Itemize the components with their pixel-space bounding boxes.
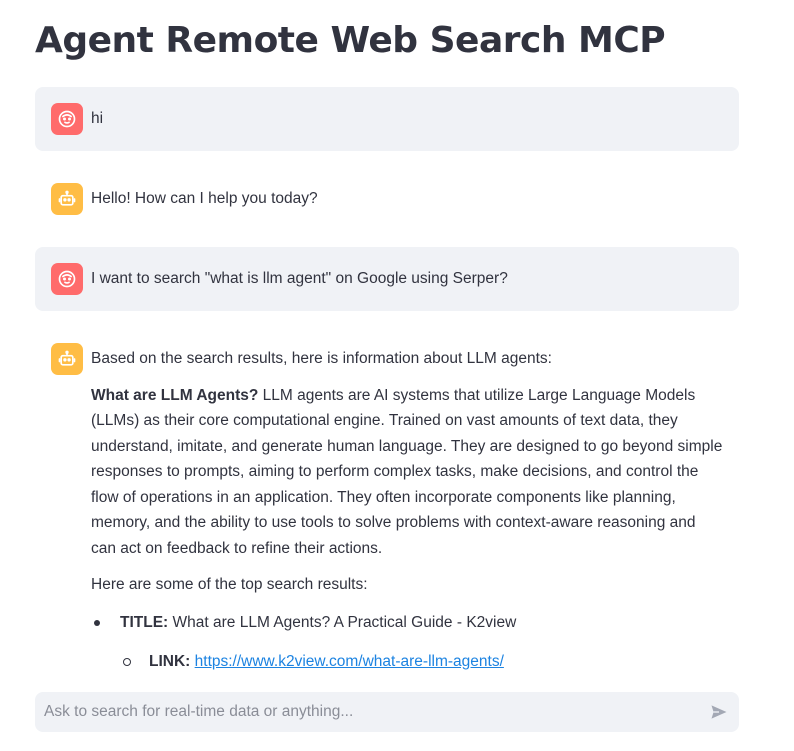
definition-text: LLM agents are AI systems that utilize L…: [91, 386, 723, 557]
chat-message-user: hi: [35, 87, 739, 151]
face-icon: [58, 270, 76, 288]
chat-message-assistant: Hello! How can I help you today?: [35, 151, 739, 247]
user-avatar: [51, 103, 83, 135]
result-title: What are LLM Agents? A Practical Guide -…: [168, 613, 517, 631]
robot-icon: [58, 190, 76, 206]
chat-input[interactable]: [35, 692, 699, 732]
chat-message-user: I want to search "what is llm agent" on …: [35, 247, 739, 311]
chat-message-assistant: Based on the search results, here is inf…: [35, 311, 739, 677]
user-avatar: [51, 263, 83, 295]
page-title: Agent Remote Web Search MCP: [35, 20, 666, 61]
assistant-avatar: [51, 183, 83, 215]
result-link-label: LINK:: [149, 653, 191, 670]
chat-messages: hi Hello! How can I help you today? I wa…: [35, 87, 739, 677]
message-text: Hello! How can I help you today?: [91, 190, 318, 207]
result-title-label: TITLE:: [120, 613, 169, 631]
result-details: LINK: https://www.k2view.com/what-are-ll…: [120, 649, 723, 675]
robot-icon: [58, 350, 76, 366]
send-button[interactable]: [699, 692, 739, 732]
result-link[interactable]: https://www.k2view.com/what-are-llm-agen…: [195, 653, 504, 670]
assistant-avatar: [51, 343, 83, 375]
message-text: I want to search "what is llm agent" on …: [91, 270, 508, 287]
chat-input-bar: [35, 692, 739, 732]
results-intro: Here are some of the top search results:: [91, 576, 368, 593]
message-intro: Based on the search results, here is inf…: [91, 350, 552, 367]
search-results-list: TITLE: What are LLM Agents? A Practical …: [91, 610, 723, 675]
face-icon: [58, 110, 76, 128]
message-text: hi: [91, 110, 104, 127]
definition-label: What are LLM Agents?: [91, 386, 259, 404]
search-result-item: TITLE: What are LLM Agents? A Practical …: [91, 610, 723, 675]
send-icon: [711, 705, 727, 719]
definition-paragraph: What are LLM Agents? LLM agents are AI s…: [91, 383, 723, 562]
result-link-row: LINK: https://www.k2view.com/what-are-ll…: [120, 649, 723, 675]
